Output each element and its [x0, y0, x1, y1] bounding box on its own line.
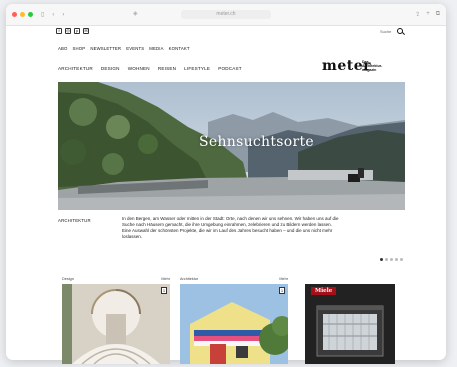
search-area: Suche [380, 28, 404, 34]
window-controls [12, 12, 33, 17]
card-image-staircase [62, 284, 170, 364]
catnav-item-wohnen[interactable]: WOHNEN [128, 66, 150, 71]
card-image-colorful-house [180, 284, 288, 364]
back-icon[interactable]: ‹ [52, 12, 54, 18]
article-card[interactable]: 1 [62, 284, 170, 364]
ad-image-dishwasher [316, 305, 384, 357]
new-tab-icon[interactable]: + [426, 11, 430, 18]
newsletter-icon[interactable]: ✉ [83, 28, 89, 34]
teaser-text: In den Bergen, am Wasser oder mitten in … [122, 216, 339, 239]
forward-icon[interactable]: › [62, 12, 64, 18]
logo-tagline: Das Architektur- magazin [362, 60, 407, 73]
hero-title[interactable]: Sehnsuchtsorte [58, 134, 405, 150]
advertisement[interactable]: Miele [305, 284, 395, 364]
catnav-item-podcast[interactable]: PODCAST [218, 66, 242, 71]
instagram-icon[interactable]: ◎ [65, 28, 71, 34]
catnav-item-lifestyle[interactable]: LIFESTYLE [184, 66, 210, 71]
category-navigation: ARCHITEKTUR DESIGN WOHNEN REISEN LIFESTY… [58, 66, 242, 71]
article-card[interactable]: 1 [180, 284, 288, 364]
minimize-window-button[interactable] [20, 12, 25, 17]
topnav-item-kontakt[interactable]: KONTAKT [169, 46, 190, 51]
share-icon[interactable]: ⇪ [415, 11, 420, 18]
card-header: Design Mehr [62, 277, 170, 281]
catnav-item-reisen[interactable]: REISEN [158, 66, 176, 71]
pinterest-icon[interactable]: p [74, 28, 80, 34]
topnav-item-newsletter[interactable]: NEWSLETTER [90, 46, 121, 51]
zoom-window-button[interactable] [28, 12, 33, 17]
social-links: f ◎ p ✉ [56, 28, 89, 34]
card-category[interactable]: Design [62, 277, 74, 281]
gallery-count-badge: 1 [161, 287, 167, 294]
logo-tagline-line3: magazin [362, 68, 377, 73]
pager-dot[interactable] [395, 258, 398, 261]
top-navigation: ABO SHOP NEWSLETTER EVENTS MEDIA KONTAKT [58, 46, 190, 51]
pager-dot[interactable] [385, 258, 388, 261]
tab-overview-icon[interactable]: ⧉ [436, 11, 440, 18]
catnav-item-architektur[interactable]: ARCHITEKTUR [58, 66, 93, 71]
hero-image[interactable]: Sehnsuchtsorte [58, 82, 405, 210]
close-window-button[interactable] [12, 12, 17, 17]
ad-brand-logo: Miele [311, 287, 337, 295]
address-bar[interactable]: meter.ch [181, 10, 271, 19]
pager-dot[interactable] [400, 258, 403, 261]
pager-dot[interactable] [380, 258, 383, 261]
card-header: Architektur Mehr [180, 277, 288, 281]
privacy-shield-icon[interactable]: ◈ [133, 10, 138, 17]
topnav-item-abo[interactable]: ABO [58, 46, 68, 51]
sidebar-toggle-icon[interactable]: ▯ [41, 11, 44, 18]
card-more-link[interactable]: Mehr [161, 277, 170, 281]
search-icon[interactable] [397, 28, 404, 34]
topnav-item-events[interactable]: EVENTS [126, 46, 144, 51]
browser-actions: ⇪ + ⧉ [415, 11, 440, 18]
catnav-item-design[interactable]: DESIGN [101, 66, 120, 71]
teaser-category[interactable]: ARCHITEKTUR [58, 218, 91, 223]
search-label[interactable]: Suche [380, 29, 391, 34]
pager-dot[interactable] [390, 258, 393, 261]
card-category[interactable]: Architektur [180, 277, 198, 281]
facebook-icon[interactable]: f [56, 28, 62, 34]
gallery-count-badge: 1 [279, 287, 285, 294]
card-more-link[interactable]: Mehr [279, 277, 288, 281]
browser-toolbar: ▯ ‹ › ◈ meter.ch ⇪ + ⧉ [6, 4, 446, 26]
carousel-pager [380, 258, 403, 261]
topnav-item-shop[interactable]: SHOP [73, 46, 86, 51]
topnav-item-media[interactable]: MEDIA [149, 46, 163, 51]
